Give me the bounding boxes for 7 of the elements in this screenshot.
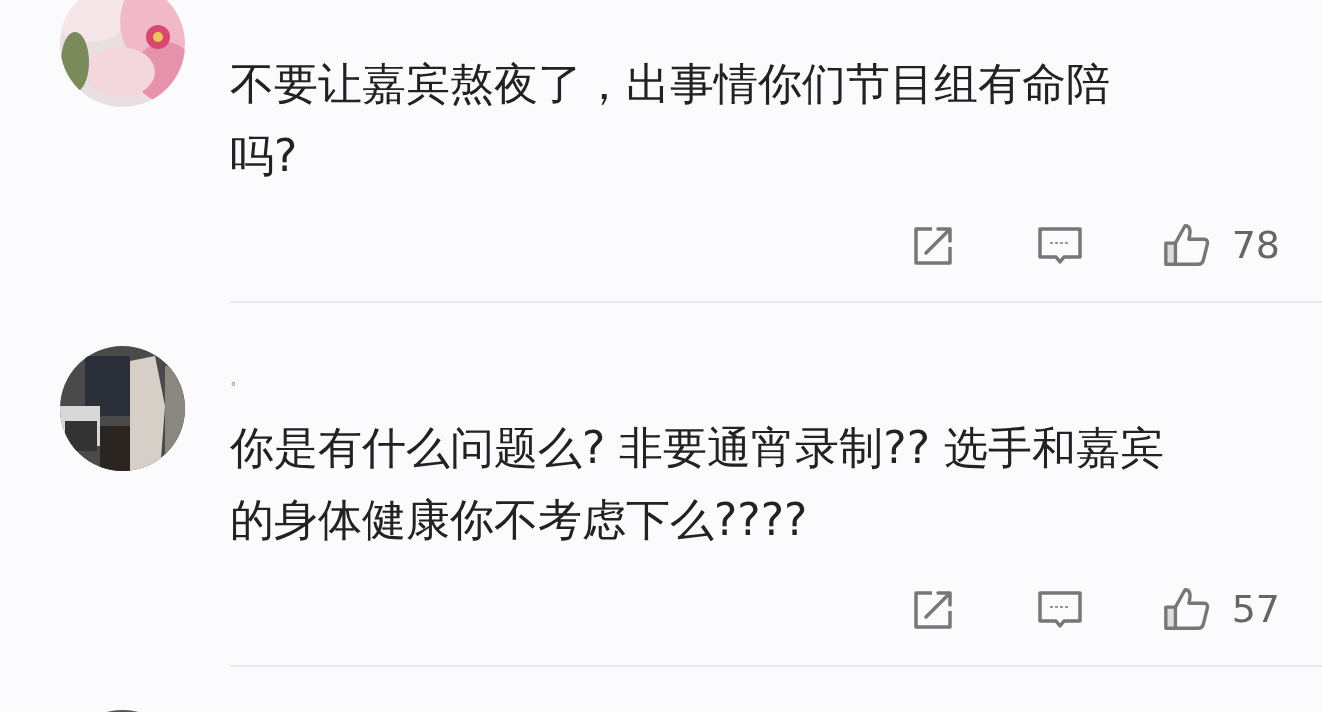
thumbs-up-icon [1161, 221, 1210, 269]
like-button[interactable]: 78 [1161, 221, 1280, 269]
comment-text: 你是有什么问题么? 非要通宵录制?? 选手和嘉宾 的身体健康你不考虑下么???? [230, 421, 1166, 547]
thumbs-up-icon [1161, 585, 1210, 633]
like-button[interactable]: 57 [1161, 585, 1280, 633]
username[interactable]: 。 [230, 369, 246, 389]
comment-text: 不要让嘉宾熬夜了，出事情你们节目组有命陪 吗? [230, 57, 1111, 183]
